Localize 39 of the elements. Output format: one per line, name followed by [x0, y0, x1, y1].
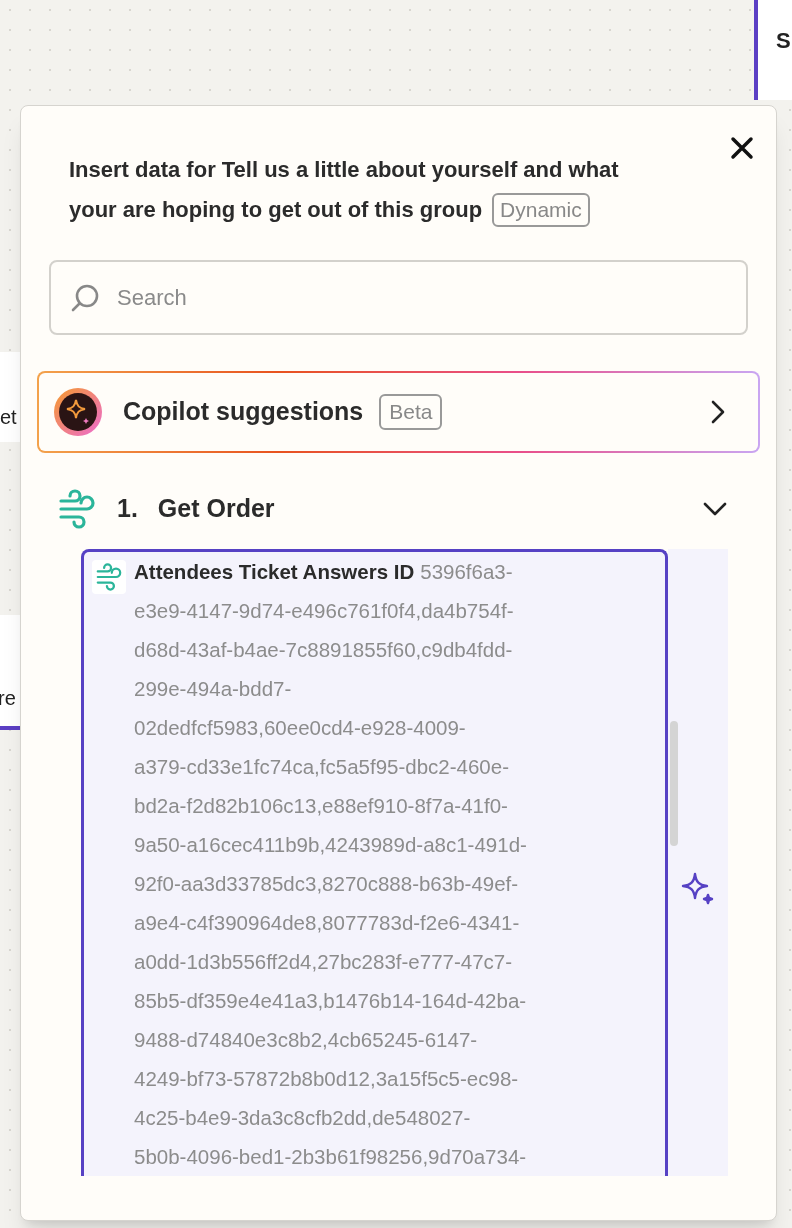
- field-value: 5396f6a3-: [420, 560, 513, 583]
- card-text: et: [0, 405, 18, 430]
- field-value: 9488-d74840e3c8b2,4cb65245-6147-: [134, 1027, 479, 1053]
- sparkle-badge-icon: [53, 387, 103, 437]
- search-input[interactable]: Search: [117, 281, 728, 314]
- field-value: a9e4-c4f390964de8,8077783d-f2e6-4341-: [134, 910, 521, 936]
- field-value: 92f0-aa3d33785dc3,8270c888-b63b-49ef-: [134, 871, 520, 897]
- sparkle-icon[interactable]: [681, 871, 715, 905]
- close-icon: [730, 136, 754, 160]
- scrollbar-thumb[interactable]: [670, 721, 678, 846]
- step-name: Get Order: [157, 493, 275, 525]
- beta-tag: Beta: [379, 394, 443, 430]
- field-value: a0dd-1d3b556ff2d4,27bc283f-e777-47c7-: [134, 949, 514, 975]
- field-value: 5b0b-4096-bed1-2b3b61f98256,9d70a734-: [134, 1144, 527, 1170]
- dialog-title: Insert data for Tell us a little about yourself and what: [69, 156, 620, 184]
- dialog-title: your are hoping to get out of this group: [69, 196, 483, 224]
- card-text: re: [0, 686, 17, 711]
- field-value: 4249-bf73-57872b8b0d12,3a15f5c5-ec98-: [134, 1066, 520, 1092]
- search-field[interactable]: Search: [49, 260, 748, 335]
- field-value: e3e9-4147-9d74-e496c761f0f4,da4b754f-: [134, 598, 515, 624]
- field-value: 9a50-a16cec411b9b,4243989d-a8c1-491d-: [134, 832, 527, 858]
- chevron-right-icon: [710, 399, 726, 425]
- copilot-row[interactable]: Copilot suggestions Beta: [37, 371, 760, 453]
- step-number: 1.: [117, 493, 138, 525]
- field-label: Attendees Ticket Answers ID: [134, 560, 415, 583]
- field-value: 4c25-b4e9-3da3c8cfb2dd,de548027-: [134, 1105, 472, 1131]
- field-value: 02dedfcf5983,60ee0cd4-e928-4009-: [134, 715, 467, 741]
- dynamic-tag: Dynamic: [492, 193, 590, 227]
- wind-icon: [95, 563, 123, 591]
- card-text: S: [776, 27, 791, 55]
- field-value: 85b5-df359e4e41a3,b1476b14-164d-42ba-: [134, 988, 527, 1014]
- data-field-item[interactable]: [81, 549, 668, 1176]
- step-header[interactable]: 1. Get Order: [49, 489, 748, 529]
- field-value: bd2a-f2d82b106c13,e88ef910-8f7a-41f0-: [134, 793, 509, 819]
- field-value: d68d-43af-b4ae-7c8891855f60,c9db4fdd-: [134, 637, 514, 663]
- field-value: 299e-494a-bdd7-: [134, 676, 293, 702]
- copilot-label: Copilot suggestions: [123, 396, 364, 428]
- wind-icon: [57, 489, 97, 529]
- field-value: a379-cd33e1fc74ca,fc5a5f95-dbc2-460e-: [134, 754, 510, 780]
